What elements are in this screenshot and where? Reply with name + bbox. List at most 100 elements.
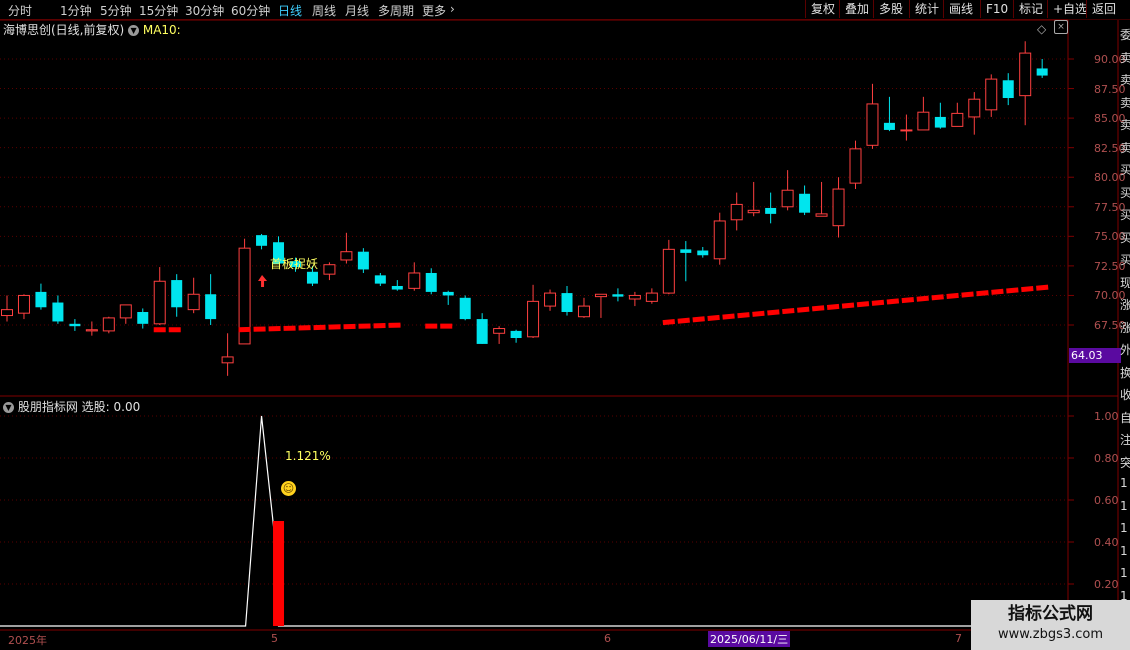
sub-y-tick: 0.60 (1094, 494, 1119, 507)
side-panel-label: 1 (1120, 498, 1128, 513)
side-panel-label: 收 (1120, 388, 1130, 402)
candle-body (374, 275, 386, 284)
site-watermark: 指标公式网 www.zbgs3.com (971, 600, 1130, 650)
x-axis-label: 2025年 (8, 634, 47, 647)
side-panel-label: 1 (1120, 543, 1128, 558)
side-panel-label: 现 (1120, 275, 1130, 290)
candle-body (594, 293, 607, 298)
candle-body (391, 285, 403, 290)
kline-chart[interactable] (0, 0, 1130, 650)
watermark-url: www.zbgs3.com (997, 627, 1104, 642)
candle-body (425, 272, 437, 292)
candle-body (153, 280, 166, 325)
chevron-down-icon[interactable]: ▼ (3, 402, 14, 413)
current-price-tag: 64.03 (1069, 348, 1121, 363)
chevron-down-icon[interactable]: ▼ (128, 25, 140, 36)
candle-body (917, 111, 930, 131)
main-chart-header: 海博思创(日线,前复权) ▼ MA10: (3, 21, 181, 38)
candle-body (221, 356, 234, 364)
candle-body (934, 116, 946, 128)
candle-body (476, 319, 488, 344)
side-panel-label: 1 (1120, 476, 1128, 490)
candle-body (171, 280, 183, 308)
candle-body (577, 305, 590, 318)
watermark-title: 指标公式网 (1008, 604, 1093, 624)
candle-body (119, 304, 132, 319)
ma10-segment (662, 284, 1049, 326)
candle-body (17, 294, 30, 314)
sub-chart-header: ▼ 股朋指标网 选股: 0.00 (3, 398, 140, 415)
candle-body (340, 251, 353, 261)
stock-title: 海博思创(日线,前复权) (3, 23, 125, 37)
side-panel-label: 卖 (1120, 73, 1130, 87)
side-panel-label: 换 (1120, 365, 1130, 380)
candle-body (680, 249, 692, 253)
sub-y-tick: 0.40 (1094, 536, 1119, 549)
x-axis-label: 7 (955, 632, 962, 645)
candle-body (1019, 52, 1032, 97)
candle-body (408, 272, 421, 289)
signal-bar (273, 521, 285, 626)
candle-body (52, 302, 64, 322)
up-arrow-icon (258, 275, 268, 287)
candle-body (968, 98, 981, 118)
candle-body (561, 293, 573, 312)
candle-body (951, 112, 964, 127)
side-panel-label: 自 (1120, 410, 1130, 425)
candle-body (187, 293, 200, 311)
candle-body (323, 264, 336, 275)
candle-body (442, 291, 454, 296)
candle-body (357, 251, 369, 270)
candle-body (85, 329, 98, 332)
smiley-icon: ☺ (281, 481, 296, 496)
candle-body (900, 129, 913, 132)
select-value: 选股: 0.00 (81, 400, 141, 414)
candle-body (985, 78, 998, 111)
side-panel-label: 委 (1120, 28, 1130, 42)
side-panel-label: 1 (1120, 566, 1128, 580)
candle-body (765, 207, 777, 214)
indicator-name: 股朋指标网 (17, 400, 78, 414)
side-panel-label: 买 (1120, 208, 1130, 222)
candle-body (849, 148, 862, 184)
sub-y-tick: 0.80 (1094, 452, 1119, 465)
candle-body (799, 193, 811, 213)
candle-body (612, 294, 624, 297)
candle-body (544, 292, 557, 307)
candle-body (35, 291, 47, 308)
candle-body (883, 122, 895, 130)
ma10-segment (238, 322, 404, 333)
candle-body (713, 220, 726, 260)
side-panel-label: 注 (1120, 433, 1130, 447)
x-axis-label: 5 (271, 632, 278, 645)
indicator-line (0, 415, 1068, 627)
ma10-label: MA10: (142, 23, 181, 37)
side-panel-label: 涨 (1120, 298, 1130, 312)
side-panel-label: 买 (1120, 253, 1130, 267)
diamond-icon[interactable]: ◇ (1037, 22, 1046, 36)
sub-y-tick: 0.20 (1094, 578, 1119, 591)
candle-body (1036, 68, 1048, 76)
candle-body (306, 271, 318, 284)
side-panel-label: 外 (1120, 343, 1130, 357)
side-panel-label: 卖 (1120, 118, 1130, 132)
candle-body (781, 189, 794, 208)
signal-annotation: 首板捉妖 (270, 257, 319, 271)
candle-body (69, 323, 81, 327)
side-panel-label: 买 (1120, 163, 1130, 177)
candle-body (137, 311, 149, 324)
candle-body (256, 235, 268, 246)
candle-body (510, 330, 522, 339)
side-panel-label: 涨 (1120, 320, 1130, 335)
candle-body (832, 188, 845, 227)
candle-body (866, 103, 879, 146)
candle-body (628, 294, 641, 300)
candle-body (459, 297, 471, 320)
side-panel-label: 卖 (1120, 95, 1130, 110)
candle-body (747, 209, 760, 214)
candle-body (662, 248, 675, 294)
candle-body (815, 213, 828, 217)
candle-body (1002, 80, 1014, 99)
candle-body (493, 328, 506, 334)
close-icon[interactable]: × (1054, 20, 1068, 34)
